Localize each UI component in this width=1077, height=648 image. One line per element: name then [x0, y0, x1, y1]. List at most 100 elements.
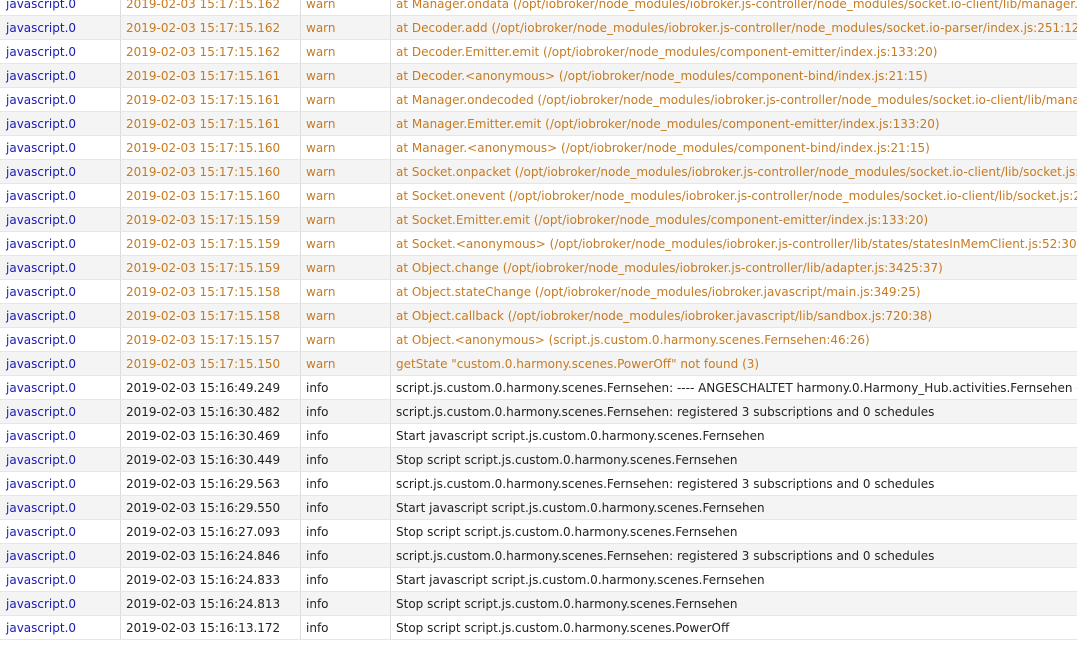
- log-severity-text: warn: [306, 260, 336, 275]
- log-row[interactable]: javascript.0 2019-02-03 15:17:15.162 warn a…: [0, 40, 1077, 64]
- log-row[interactable]: javascript.0 2019-02-03 15:17:15.160 warn a…: [0, 184, 1077, 208]
- log-time-text: 2019-02-03 15:17:15.162: [126, 20, 281, 35]
- log-message-cell: at Manager.ondata (/opt/iobroker/node_mo…: [391, 0, 1077, 15]
- log-message-cell: at Decoder.Emitter.emit (/opt/iobroker/n…: [391, 40, 1077, 63]
- log-message-cell: Stop script script.js.custom.0.harmony.s…: [391, 448, 1077, 471]
- log-severity-cell: warn: [301, 112, 391, 135]
- log-row[interactable]: javascript.0 2019-02-03 15:16:30.469 info S…: [0, 424, 1077, 448]
- log-row[interactable]: javascript.0 2019-02-03 15:16:24.846 info s…: [0, 544, 1077, 568]
- log-message-cell: script.js.custom.0.harmony.scenes.Fernse…: [391, 472, 1077, 495]
- log-source-text: javascript.0: [6, 476, 77, 491]
- log-row[interactable]: javascript.0 2019-02-03 15:17:15.161 warn a…: [0, 64, 1077, 88]
- log-time-cell: 2019-02-03 15:17:15.161: [121, 64, 301, 87]
- log-time-cell: 2019-02-03 15:17:15.162: [121, 0, 301, 15]
- log-row[interactable]: javascript.0 2019-02-03 15:17:15.158 warn a…: [0, 280, 1077, 304]
- log-row[interactable]: javascript.0 2019-02-03 15:17:15.159 warn a…: [0, 256, 1077, 280]
- log-source-text: javascript.0: [6, 140, 77, 155]
- log-row[interactable]: javascript.0 2019-02-03 15:17:15.162 warn a…: [0, 0, 1077, 16]
- log-time-cell: 2019-02-03 15:16:24.846: [121, 544, 301, 567]
- log-time-text: 2019-02-03 15:17:15.161: [126, 116, 281, 131]
- log-row[interactable]: javascript.0 2019-02-03 15:16:27.093 info S…: [0, 520, 1077, 544]
- log-source-cell: javascript.0: [0, 376, 121, 399]
- log-source-cell: javascript.0: [0, 160, 121, 183]
- log-row[interactable]: javascript.0 2019-02-03 15:16:30.482 info s…: [0, 400, 1077, 424]
- log-row[interactable]: javascript.0 2019-02-03 15:16:13.172 info S…: [0, 616, 1077, 640]
- log-time-text: 2019-02-03 15:17:15.162: [126, 44, 281, 59]
- log-severity-text: warn: [306, 92, 336, 107]
- log-time-cell: 2019-02-03 15:17:15.161: [121, 88, 301, 111]
- log-message-text: at Object.callback (/opt/iobroker/node_m…: [396, 308, 933, 323]
- log-severity-cell: info: [301, 520, 391, 543]
- log-severity-cell: info: [301, 592, 391, 615]
- log-severity-text: warn: [306, 68, 336, 83]
- log-message-text: script.js.custom.0.harmony.scenes.Fernse…: [396, 404, 935, 419]
- log-message-cell: at Manager.<anonymous> (/opt/iobroker/no…: [391, 136, 1077, 159]
- log-row[interactable]: javascript.0 2019-02-03 15:17:15.161 warn a…: [0, 112, 1077, 136]
- log-time-cell: 2019-02-03 15:16:29.563: [121, 472, 301, 495]
- log-source-text: javascript.0: [6, 308, 77, 323]
- log-row[interactable]: javascript.0 2019-02-03 15:17:15.157 warn a…: [0, 328, 1077, 352]
- log-severity-text: warn: [306, 140, 336, 155]
- log-source-cell: javascript.0: [0, 280, 121, 303]
- log-severity-cell: warn: [301, 136, 391, 159]
- log-row[interactable]: javascript.0 2019-02-03 15:16:24.833 info S…: [0, 568, 1077, 592]
- log-source-cell: javascript.0: [0, 0, 121, 15]
- log-time-text: 2019-02-03 15:17:15.160: [126, 164, 281, 179]
- log-row[interactable]: javascript.0 2019-02-03 15:17:15.160 warn a…: [0, 136, 1077, 160]
- log-severity-cell: info: [301, 448, 391, 471]
- log-source-cell: javascript.0: [0, 64, 121, 87]
- log-row[interactable]: javascript.0 2019-02-03 15:16:29.550 info S…: [0, 496, 1077, 520]
- log-source-cell: javascript.0: [0, 304, 121, 327]
- log-time-cell: 2019-02-03 15:17:15.159: [121, 208, 301, 231]
- log-severity-text: warn: [306, 44, 336, 59]
- log-time-cell: 2019-02-03 15:17:15.157: [121, 328, 301, 351]
- log-severity-text: warn: [306, 20, 336, 35]
- log-row[interactable]: javascript.0 2019-02-03 15:17:15.150 warn g…: [0, 352, 1077, 376]
- log-time-text: 2019-02-03 15:16:30.469: [126, 428, 281, 443]
- log-message-text: at Socket.onpacket (/opt/iobroker/node_m…: [396, 164, 1077, 179]
- log-row[interactable]: javascript.0 2019-02-03 15:17:15.158 warn a…: [0, 304, 1077, 328]
- log-severity-cell: warn: [301, 208, 391, 231]
- log-source-text: javascript.0: [6, 524, 77, 539]
- log-row[interactable]: javascript.0 2019-02-03 15:16:30.449 info S…: [0, 448, 1077, 472]
- log-severity-text: info: [306, 404, 329, 419]
- log-message-text: at Manager.Emitter.emit (/opt/iobroker/n…: [396, 116, 940, 131]
- log-time-cell: 2019-02-03 15:17:15.161: [121, 112, 301, 135]
- log-source-text: javascript.0: [6, 236, 77, 251]
- log-time-text: 2019-02-03 15:17:15.159: [126, 260, 281, 275]
- log-severity-cell: warn: [301, 328, 391, 351]
- log-time-cell: 2019-02-03 15:16:30.469: [121, 424, 301, 447]
- log-message-cell: at Decoder.<anonymous> (/opt/iobroker/no…: [391, 64, 1077, 87]
- log-severity-cell: info: [301, 544, 391, 567]
- log-message-text: Stop script script.js.custom.0.harmony.s…: [396, 524, 738, 539]
- log-row[interactable]: javascript.0 2019-02-03 15:16:24.813 info S…: [0, 592, 1077, 616]
- log-message-cell: script.js.custom.0.harmony.scenes.Fernse…: [391, 400, 1077, 423]
- log-message-cell: getState "custom.0.harmony.scenes.PowerO…: [391, 352, 1077, 375]
- log-time-text: 2019-02-03 15:16:24.833: [126, 572, 281, 587]
- log-source-cell: javascript.0: [0, 424, 121, 447]
- log-severity-text: warn: [306, 116, 336, 131]
- log-source-text: javascript.0: [6, 500, 77, 515]
- log-row[interactable]: javascript.0 2019-02-03 15:17:15.162 warn a…: [0, 16, 1077, 40]
- log-time-cell: 2019-02-03 15:17:15.160: [121, 136, 301, 159]
- log-source-cell: javascript.0: [0, 208, 121, 231]
- log-time-cell: 2019-02-03 15:17:15.159: [121, 256, 301, 279]
- log-time-cell: 2019-02-03 15:17:15.158: [121, 280, 301, 303]
- log-row[interactable]: javascript.0 2019-02-03 15:17:15.160 warn a…: [0, 160, 1077, 184]
- log-time-text: 2019-02-03 15:17:15.150: [126, 356, 281, 371]
- log-severity-cell: warn: [301, 280, 391, 303]
- log-message-text: Start javascript script.js.custom.0.harm…: [396, 428, 765, 443]
- log-row[interactable]: javascript.0 2019-02-03 15:17:15.159 warn a…: [0, 232, 1077, 256]
- log-time-text: 2019-02-03 15:17:15.160: [126, 140, 281, 155]
- log-source-text: javascript.0: [6, 356, 77, 371]
- log-message-text: script.js.custom.0.harmony.scenes.Fernse…: [396, 548, 935, 563]
- log-message-text: at Object.stateChange (/opt/iobroker/nod…: [396, 284, 921, 299]
- log-severity-text: warn: [306, 188, 336, 203]
- log-row[interactable]: javascript.0 2019-02-03 15:16:49.249 info s…: [0, 376, 1077, 400]
- log-row[interactable]: javascript.0 2019-02-03 15:17:15.161 warn a…: [0, 88, 1077, 112]
- log-row[interactable]: javascript.0 2019-02-03 15:17:15.159 warn a…: [0, 208, 1077, 232]
- log-row[interactable]: javascript.0 2019-02-03 15:16:29.563 info s…: [0, 472, 1077, 496]
- log-time-text: 2019-02-03 15:17:15.161: [126, 68, 281, 83]
- log-severity-cell: warn: [301, 184, 391, 207]
- log-source-cell: javascript.0: [0, 16, 121, 39]
